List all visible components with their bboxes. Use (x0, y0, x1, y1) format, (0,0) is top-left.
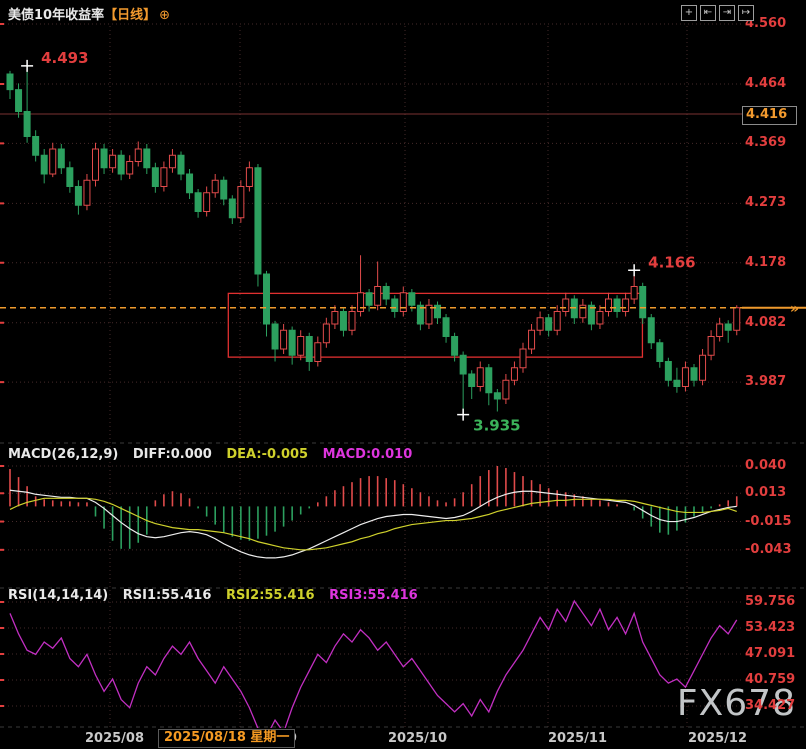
macd-diff-value: DIFF:0.000 (133, 447, 212, 462)
price-marker-label: 4.416 (742, 106, 797, 125)
price-annotation: 4.166 (648, 253, 695, 271)
price-axis-label: 4.464 (745, 76, 786, 91)
rsi-axis-label: 34.427 (745, 698, 795, 713)
x-axis-label: 2025/08 (85, 731, 144, 746)
svg-text:»: » (790, 301, 799, 317)
macd-axis-label: -0.043 (745, 542, 792, 557)
pan-tool-icon[interactable]: + (681, 5, 697, 21)
x-axis-label: 2025/10 (388, 731, 447, 746)
price-axis-label: 3.987 (745, 374, 786, 389)
rsi-axis-label: 59.756 (745, 594, 795, 609)
rsi1-value: RSI1:55.416 (123, 588, 212, 603)
rsi2-value: RSI2:55.416 (226, 588, 315, 603)
add-indicator-icon[interactable]: ⊕ (159, 8, 170, 23)
rsi-axis-label: 47.091 (745, 646, 795, 661)
rsi3-value: RSI3:55.416 (329, 588, 418, 603)
rsi-axis-label: 40.759 (745, 672, 795, 687)
rsi-legend: RSI(14,14,14) RSI1:55.416 RSI2:55.416 RS… (8, 588, 428, 603)
macd-axis-label: 0.040 (745, 458, 786, 473)
macd-params: MACD(26,12,9) (8, 447, 118, 462)
crosshair-date-tooltip: 2025/08/18 星期一 (158, 729, 295, 748)
macd-axis-label: -0.015 (745, 514, 792, 529)
chart-header: 美债10年收益率【日线】⊕ (8, 4, 170, 23)
macd-legend: MACD(26,12,9) DIFF:0.000 DEA:-0.005 MACD… (8, 447, 422, 462)
price-annotation: 3.935 (473, 417, 520, 435)
macd-axis-label: 0.013 (745, 485, 786, 500)
trading-chart-app: » 4.493 4.166 3.935 美债10年收益率【日线】⊕ + ⇤ ⇥ ↦ M… (0, 0, 806, 749)
period-label: 【日线】 (104, 8, 156, 23)
x-axis-label: 2025/12 (688, 731, 747, 746)
fit-horizontal-icon[interactable]: ⇥ (719, 5, 735, 21)
price-axis-label: 4.178 (745, 255, 786, 270)
price-annotation: 4.493 (41, 49, 88, 67)
chart-toolbar: + ⇤ ⇥ ↦ (681, 5, 754, 21)
x-axis-label: 2025/11 (548, 731, 607, 746)
price-axis-label: 4.082 (745, 315, 786, 330)
macd-dea-value: DEA:-0.005 (226, 447, 308, 462)
fit-vertical-icon[interactable]: ⇤ (700, 5, 716, 21)
rsi-axis-label: 53.423 (745, 620, 795, 635)
go-to-latest-icon[interactable]: ↦ (738, 5, 754, 21)
macd-macd-value: MACD:0.010 (323, 447, 413, 462)
price-axis-label: 4.273 (745, 195, 786, 210)
instrument-title: 美债10年收益率 (8, 8, 104, 23)
price-axis-label: 4.369 (745, 135, 786, 150)
rsi-params: RSI(14,14,14) (8, 588, 108, 603)
chart-canvas[interactable]: » 4.493 4.166 3.935 (0, 0, 806, 749)
